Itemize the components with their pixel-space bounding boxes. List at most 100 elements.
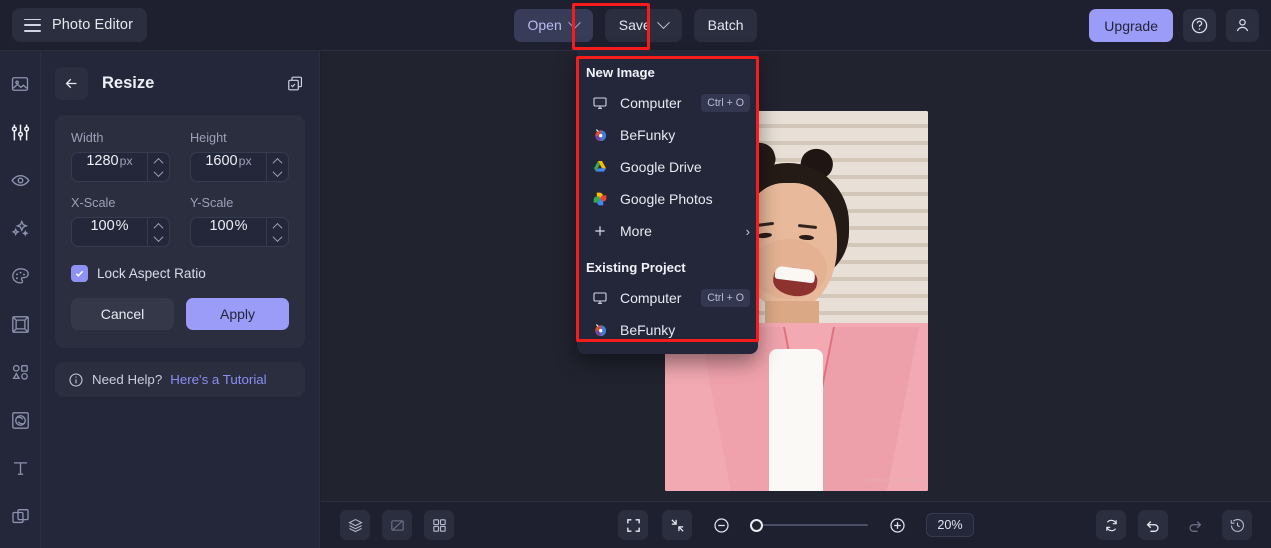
rail-item-image[interactable] bbox=[7, 71, 33, 97]
account-button[interactable] bbox=[1226, 9, 1259, 42]
zoom-in-icon bbox=[889, 517, 905, 533]
chevron-down-icon[interactable] bbox=[272, 231, 283, 242]
yscale-spin-buttons[interactable] bbox=[266, 218, 288, 246]
width-value: 1280 bbox=[86, 153, 119, 169]
fit-screen-button[interactable] bbox=[618, 510, 648, 540]
height-input[interactable]: 1600 px bbox=[191, 153, 266, 181]
cancel-button[interactable]: Cancel bbox=[71, 298, 174, 330]
xscale-label: X-Scale bbox=[71, 196, 116, 210]
chevron-down-icon[interactable] bbox=[153, 231, 164, 242]
compare-button[interactable] bbox=[382, 510, 412, 540]
redo-button[interactable] bbox=[1180, 510, 1210, 540]
zoom-out-icon bbox=[713, 517, 729, 533]
menu-section-new-image-title: New Image bbox=[586, 65, 655, 80]
zoom-controls: 20% bbox=[618, 510, 974, 540]
chevron-up-icon[interactable] bbox=[153, 222, 164, 233]
layers-overlay-icon bbox=[11, 508, 29, 523]
help-banner[interactable]: Need Help? Here's a Tutorial bbox=[55, 362, 305, 397]
duplicate-layer-button[interactable] bbox=[286, 74, 305, 93]
grid-icon bbox=[432, 518, 446, 532]
xscale-input[interactable]: 100% bbox=[72, 218, 147, 246]
xscale-stepper[interactable]: 100% bbox=[71, 217, 170, 247]
befunky-logo-icon bbox=[591, 322, 608, 339]
rail-item-effects[interactable] bbox=[7, 215, 33, 241]
menu-item-existing-befunky[interactable]: BeFunky bbox=[577, 314, 758, 346]
rail-item-retouch[interactable] bbox=[7, 167, 33, 193]
app-menu-button[interactable]: Photo Editor bbox=[12, 8, 147, 42]
zoom-slider-track bbox=[750, 524, 868, 526]
info-circle-icon bbox=[69, 372, 83, 387]
reset-icon bbox=[1105, 519, 1117, 531]
zoom-in-button[interactable] bbox=[882, 510, 912, 540]
rail-item-overlay[interactable] bbox=[7, 503, 33, 529]
lock-aspect-ratio-row[interactable]: Lock Aspect Ratio bbox=[71, 265, 289, 282]
layers-icon bbox=[347, 518, 363, 532]
grid-button[interactable] bbox=[424, 510, 454, 540]
tutorial-link[interactable]: Here's a Tutorial bbox=[170, 372, 266, 387]
zoom-level-value[interactable]: 20% bbox=[926, 513, 974, 537]
help-button[interactable] bbox=[1183, 9, 1216, 42]
rail-item-graphics[interactable] bbox=[7, 359, 33, 385]
menu-section-existing-project-title: Existing Project bbox=[586, 260, 686, 275]
undo-button[interactable] bbox=[1138, 510, 1168, 540]
batch-button[interactable]: Batch bbox=[693, 8, 758, 42]
chevron-up-icon[interactable] bbox=[272, 222, 283, 233]
rail-item-text[interactable] bbox=[7, 455, 33, 481]
question-circle-icon bbox=[1191, 17, 1208, 34]
width-spin-buttons[interactable] bbox=[147, 153, 169, 181]
zoom-slider[interactable] bbox=[750, 518, 868, 532]
google-photos-icon bbox=[591, 191, 608, 208]
chevron-up-icon[interactable] bbox=[153, 157, 164, 168]
bottom-left-tools bbox=[340, 510, 454, 540]
history-icon bbox=[1230, 518, 1244, 532]
menu-item-google-photos[interactable]: Google Photos bbox=[577, 183, 758, 215]
save-button-label: Save bbox=[618, 17, 651, 33]
yscale-stepper[interactable]: 100% bbox=[190, 217, 289, 247]
xscale-spin-buttons[interactable] bbox=[147, 218, 169, 246]
history-button[interactable] bbox=[1222, 510, 1252, 540]
menu-item-existing-computer[interactable]: Computer Ctrl + O bbox=[577, 282, 758, 314]
chevron-down-icon[interactable] bbox=[272, 166, 283, 177]
shrink-button[interactable] bbox=[662, 510, 692, 540]
rail-item-artsy[interactable] bbox=[7, 263, 33, 289]
scale-row: X-Scale 100% Y-Scale 100 % bbox=[71, 196, 289, 247]
apply-button[interactable]: Apply bbox=[186, 298, 289, 330]
chevron-down-icon[interactable] bbox=[153, 166, 164, 177]
image-icon bbox=[11, 77, 29, 91]
redo-icon bbox=[1189, 521, 1202, 532]
rail-item-texture[interactable] bbox=[7, 407, 33, 433]
layers-button[interactable] bbox=[340, 510, 370, 540]
chevron-up-icon[interactable] bbox=[272, 157, 283, 168]
height-spin-buttons[interactable] bbox=[266, 153, 288, 181]
menu-item-new-befunky[interactable]: BeFunky bbox=[577, 119, 758, 151]
eye-retouch-icon bbox=[10, 174, 30, 186]
upgrade-button[interactable]: Upgrade bbox=[1089, 9, 1173, 42]
rail-item-edit[interactable] bbox=[7, 119, 33, 145]
text-icon bbox=[13, 461, 27, 475]
canvas-area[interactable]: Photo by ... - Unsplash bbox=[321, 51, 1271, 501]
compare-icon bbox=[390, 519, 404, 531]
yscale-input[interactable]: 100% bbox=[191, 218, 266, 246]
lock-aspect-ratio-checkbox[interactable] bbox=[71, 265, 88, 282]
menu-item-more[interactable]: More › bbox=[577, 215, 758, 247]
panel-back-button[interactable] bbox=[55, 66, 88, 100]
height-value: 1600 bbox=[205, 153, 238, 169]
reset-button[interactable] bbox=[1096, 510, 1126, 540]
save-button[interactable]: Save bbox=[604, 8, 682, 42]
width-stepper[interactable]: 1280 px bbox=[71, 152, 170, 182]
menu-item-new-computer[interactable]: Computer Ctrl + O bbox=[577, 87, 758, 119]
menu-item-google-drive[interactable]: Google Drive bbox=[577, 151, 758, 183]
height-stepper[interactable]: 1600 px bbox=[190, 152, 289, 182]
menu-item-label: Computer bbox=[620, 290, 682, 306]
palette-artsy-icon bbox=[11, 267, 29, 284]
zoom-slider-knob[interactable] bbox=[750, 518, 763, 532]
rail-item-frames[interactable] bbox=[7, 311, 33, 337]
google-drive-icon bbox=[591, 159, 608, 176]
yscale-value: 100 bbox=[209, 218, 234, 234]
width-input[interactable]: 1280 px bbox=[72, 153, 147, 181]
zoom-out-button[interactable] bbox=[706, 510, 736, 540]
shapes-graphics-icon bbox=[11, 364, 28, 380]
photo-editor-app: Photo Editor Open Save Batch Upgrade Res… bbox=[0, 0, 1271, 548]
open-button[interactable]: Open bbox=[513, 8, 593, 42]
adjust-sliders-icon bbox=[11, 124, 29, 140]
